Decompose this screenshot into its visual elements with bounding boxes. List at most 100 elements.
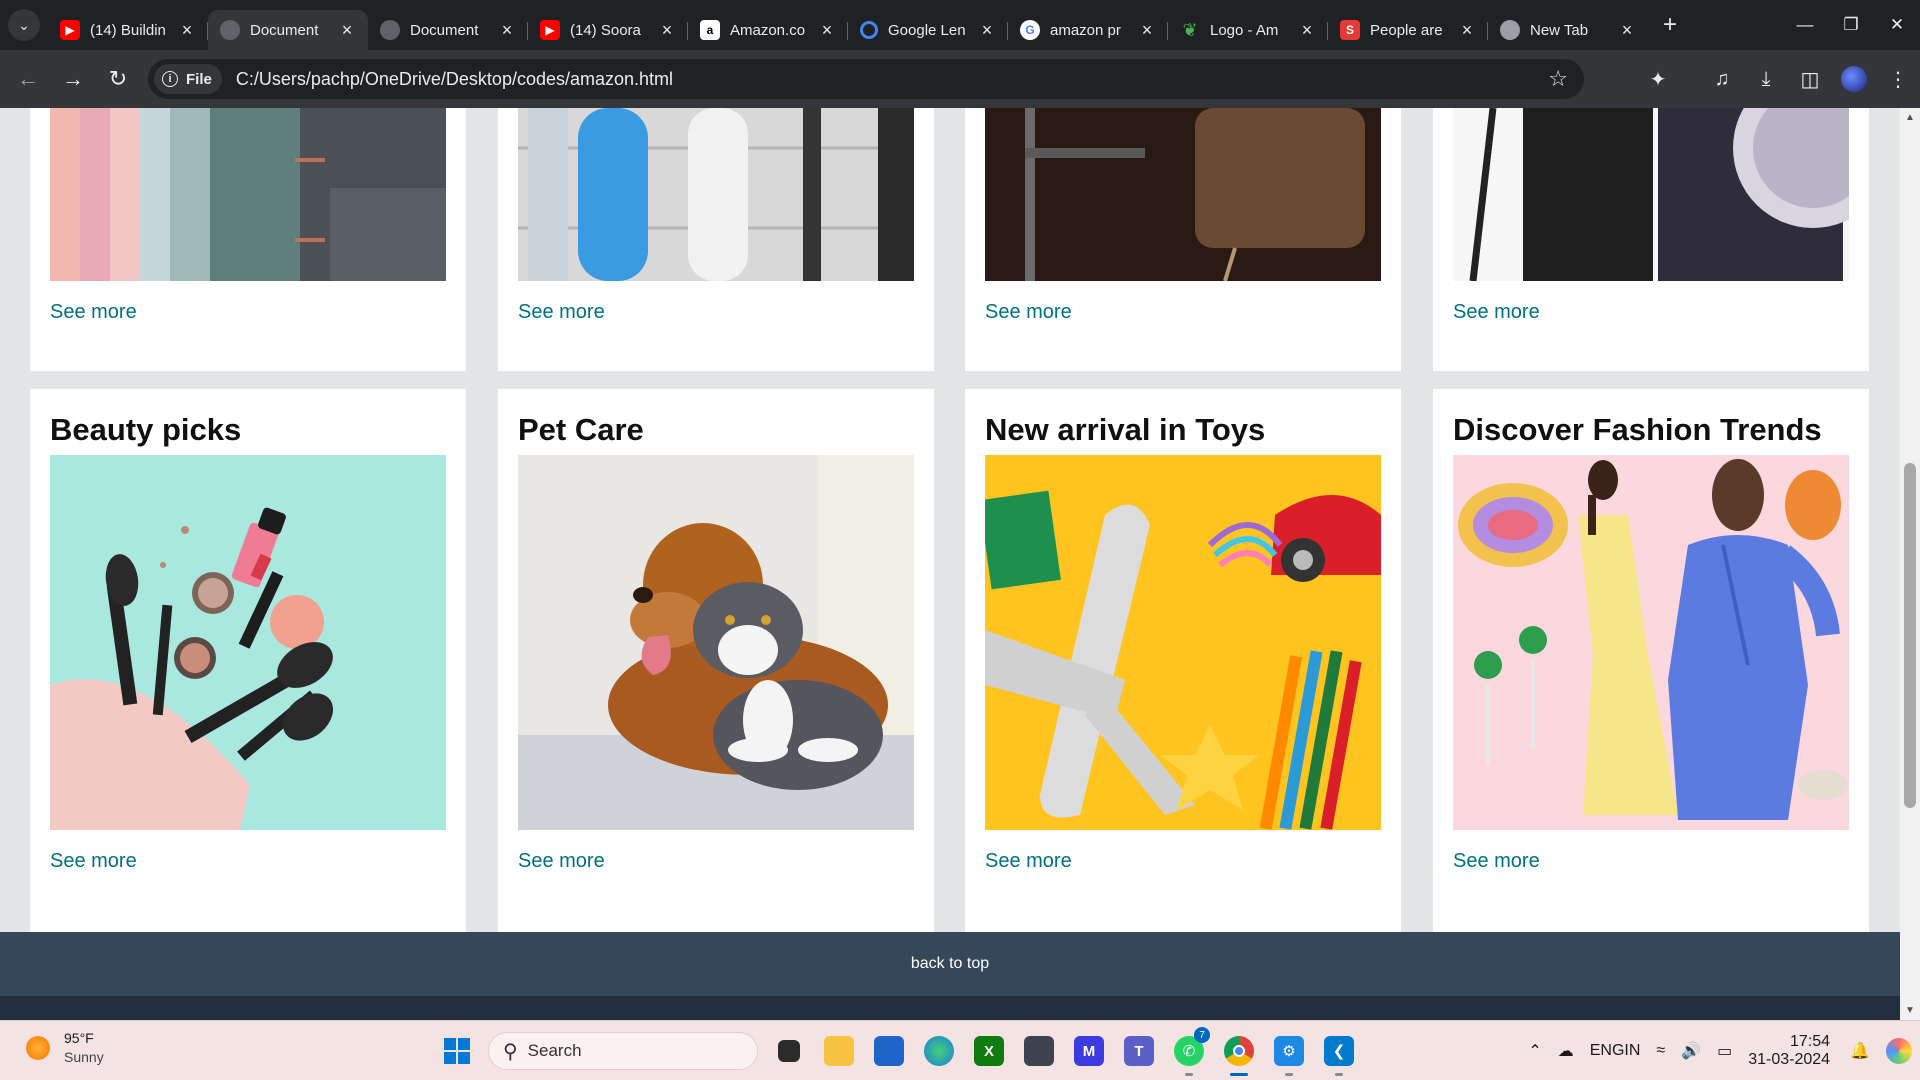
amazon-icon: a xyxy=(700,20,720,40)
see-more-link[interactable]: See more xyxy=(50,301,446,324)
card-image-phone[interactable] xyxy=(1453,108,1849,281)
scroll-up-arrow-icon[interactable]: ▲ xyxy=(1900,112,1920,123)
weather-desc: Sunny xyxy=(64,1049,104,1065)
card-image-toys[interactable] xyxy=(985,455,1381,830)
close-tab-icon[interactable]: × xyxy=(1618,20,1636,41)
xbox-button[interactable]: X xyxy=(964,1021,1014,1080)
see-more-link[interactable]: See more xyxy=(518,301,914,324)
close-tab-icon[interactable]: × xyxy=(178,20,196,41)
card-image-textiles[interactable] xyxy=(50,108,446,281)
clock[interactable]: 17:54 31-03-2024 xyxy=(1740,1021,1842,1080)
start-button[interactable] xyxy=(432,1021,482,1080)
close-window-icon[interactable]: ✕ xyxy=(1874,0,1920,50)
tab[interactable]: New Tab × xyxy=(1488,10,1648,50)
phone-image xyxy=(1453,108,1849,281)
close-tab-icon[interactable]: × xyxy=(1298,20,1316,41)
tab-active[interactable]: Document × xyxy=(208,10,368,50)
scrollbar-thumb[interactable] xyxy=(1904,463,1916,808)
category-card-toys: New arrival in Toys See more xyxy=(965,389,1401,934)
back-arrow-icon[interactable]: ← xyxy=(8,59,48,99)
see-more-link[interactable]: See more xyxy=(518,850,914,873)
chevron-up-icon[interactable]: ⌃ xyxy=(1520,1021,1549,1080)
scroll-down-arrow-icon[interactable]: ▼ xyxy=(1900,1005,1920,1016)
close-tab-icon[interactable]: × xyxy=(1458,20,1476,41)
bookmark-star-icon[interactable]: ☆ xyxy=(1548,66,1568,92)
whatsapp-button[interactable]: ✆ 7 xyxy=(1164,1021,1214,1080)
notification-bell-icon[interactable]: 🔔 xyxy=(1842,1021,1878,1080)
volume-icon[interactable]: 🔊 xyxy=(1673,1021,1709,1080)
see-more-link[interactable]: See more xyxy=(985,301,1381,324)
download-icon[interactable]: ⤓ xyxy=(1744,50,1788,108)
window-controls: — ❐ ✕ xyxy=(1782,0,1920,50)
menu-kebab-icon[interactable]: ⋮ xyxy=(1876,50,1920,108)
card-image-hair-tools[interactable] xyxy=(518,108,914,281)
teams-button[interactable]: T xyxy=(1114,1021,1164,1080)
tab[interactable]: ▶ (14) Soora × xyxy=(528,10,688,50)
minimize-icon[interactable]: — xyxy=(1782,0,1828,50)
profile-avatar[interactable] xyxy=(1841,66,1867,92)
close-tab-icon[interactable]: × xyxy=(338,20,356,41)
card-image-pet-care[interactable] xyxy=(518,455,914,830)
tab[interactable]: G amazon pr × xyxy=(1008,10,1168,50)
see-more-link[interactable]: See more xyxy=(1453,301,1849,324)
see-more-link[interactable]: See more xyxy=(1453,850,1849,873)
reload-icon[interactable]: ↻ xyxy=(98,59,138,99)
card-image-furniture[interactable] xyxy=(985,108,1381,281)
onedrive-icon[interactable]: ☁ xyxy=(1550,1021,1582,1080)
taskbar-search[interactable]: ⚲ Search xyxy=(488,1032,758,1070)
edge-button[interactable] xyxy=(914,1021,964,1080)
tab[interactable]: ❦ Logo - Am × xyxy=(1168,10,1328,50)
close-tab-icon[interactable]: × xyxy=(658,20,676,41)
see-more-link[interactable]: See more xyxy=(985,850,1381,873)
tab[interactable]: Google Len × xyxy=(848,10,1008,50)
card-title: Beauty picks xyxy=(50,412,242,447)
store-button[interactable] xyxy=(864,1021,914,1080)
weather-widget[interactable]: 95°F Sunny xyxy=(26,1029,104,1067)
side-panel-icon[interactable]: ◫ xyxy=(1788,50,1832,108)
app-button[interactable]: ⚙ xyxy=(1264,1021,1314,1080)
close-tab-icon[interactable]: × xyxy=(818,20,836,41)
tab[interactable]: S People are × xyxy=(1328,10,1488,50)
hexagon-app-icon xyxy=(1024,1036,1054,1066)
tab[interactable]: ▶ (14) Buildin × xyxy=(48,10,208,50)
close-tab-icon[interactable]: × xyxy=(978,20,996,41)
file-explorer-button[interactable] xyxy=(814,1021,864,1080)
globe-icon xyxy=(380,20,400,40)
tab[interactable]: a Amazon.co × xyxy=(688,10,848,50)
close-tab-icon[interactable]: × xyxy=(498,20,516,41)
address-bar[interactable]: i File C:/Users/pachp/OneDrive/Desktop/c… xyxy=(148,59,1584,99)
tab-strip: ⌄ ▶ (14) Buildin × Document × Document ×… xyxy=(0,0,1920,50)
wifi-icon[interactable]: ≈ xyxy=(1648,1021,1673,1080)
system-tray: ⌃ ☁ ENG IN ≈ 🔊 ▭ 17:54 31-03-2024 🔔 xyxy=(1520,1021,1920,1080)
chrome-button[interactable] xyxy=(1214,1021,1264,1080)
restore-icon[interactable]: ❐ xyxy=(1828,0,1874,50)
card-image-fashion[interactable] xyxy=(1453,455,1849,830)
site-info-chip[interactable]: i File xyxy=(154,64,222,94)
category-card: See more xyxy=(1433,108,1869,371)
fashion-image xyxy=(1453,455,1849,830)
card-image-beauty[interactable] xyxy=(50,455,446,830)
see-more-link[interactable]: See more xyxy=(50,850,446,873)
app-button[interactable]: M xyxy=(1064,1021,1114,1080)
new-tab-button[interactable]: + xyxy=(1652,11,1688,39)
copilot-icon[interactable] xyxy=(1878,1021,1920,1080)
app-button[interactable] xyxy=(1014,1021,1064,1080)
store-icon xyxy=(874,1036,904,1066)
back-to-top-button[interactable]: back to top xyxy=(0,932,1900,996)
extensions-icon[interactable]: ✦ xyxy=(1636,50,1680,108)
url-text[interactable]: C:/Users/pachp/OneDrive/Desktop/codes/am… xyxy=(236,69,673,90)
toolbar-actions: ✦ ♫ ⤓ ◫ ⋮ xyxy=(1636,50,1920,108)
forward-arrow-icon[interactable]: → xyxy=(53,59,93,99)
tab-search-button[interactable]: ⌄ xyxy=(8,9,40,41)
task-view-button[interactable] xyxy=(764,1021,814,1080)
tab[interactable]: Document × xyxy=(368,10,528,50)
site-info-label: File xyxy=(186,70,212,88)
vertical-scrollbar[interactable]: ▲ ▼ xyxy=(1900,108,1920,1020)
close-tab-icon[interactable]: × xyxy=(1138,20,1156,41)
vscode-button[interactable]: ❮ xyxy=(1314,1021,1364,1080)
media-control-icon[interactable]: ♫ xyxy=(1700,50,1744,108)
settings-gear-app-icon: ⚙ xyxy=(1274,1036,1304,1066)
info-icon: i xyxy=(162,71,178,87)
battery-icon[interactable]: ▭ xyxy=(1709,1021,1740,1080)
language-indicator[interactable]: ENG IN xyxy=(1582,1021,1649,1080)
